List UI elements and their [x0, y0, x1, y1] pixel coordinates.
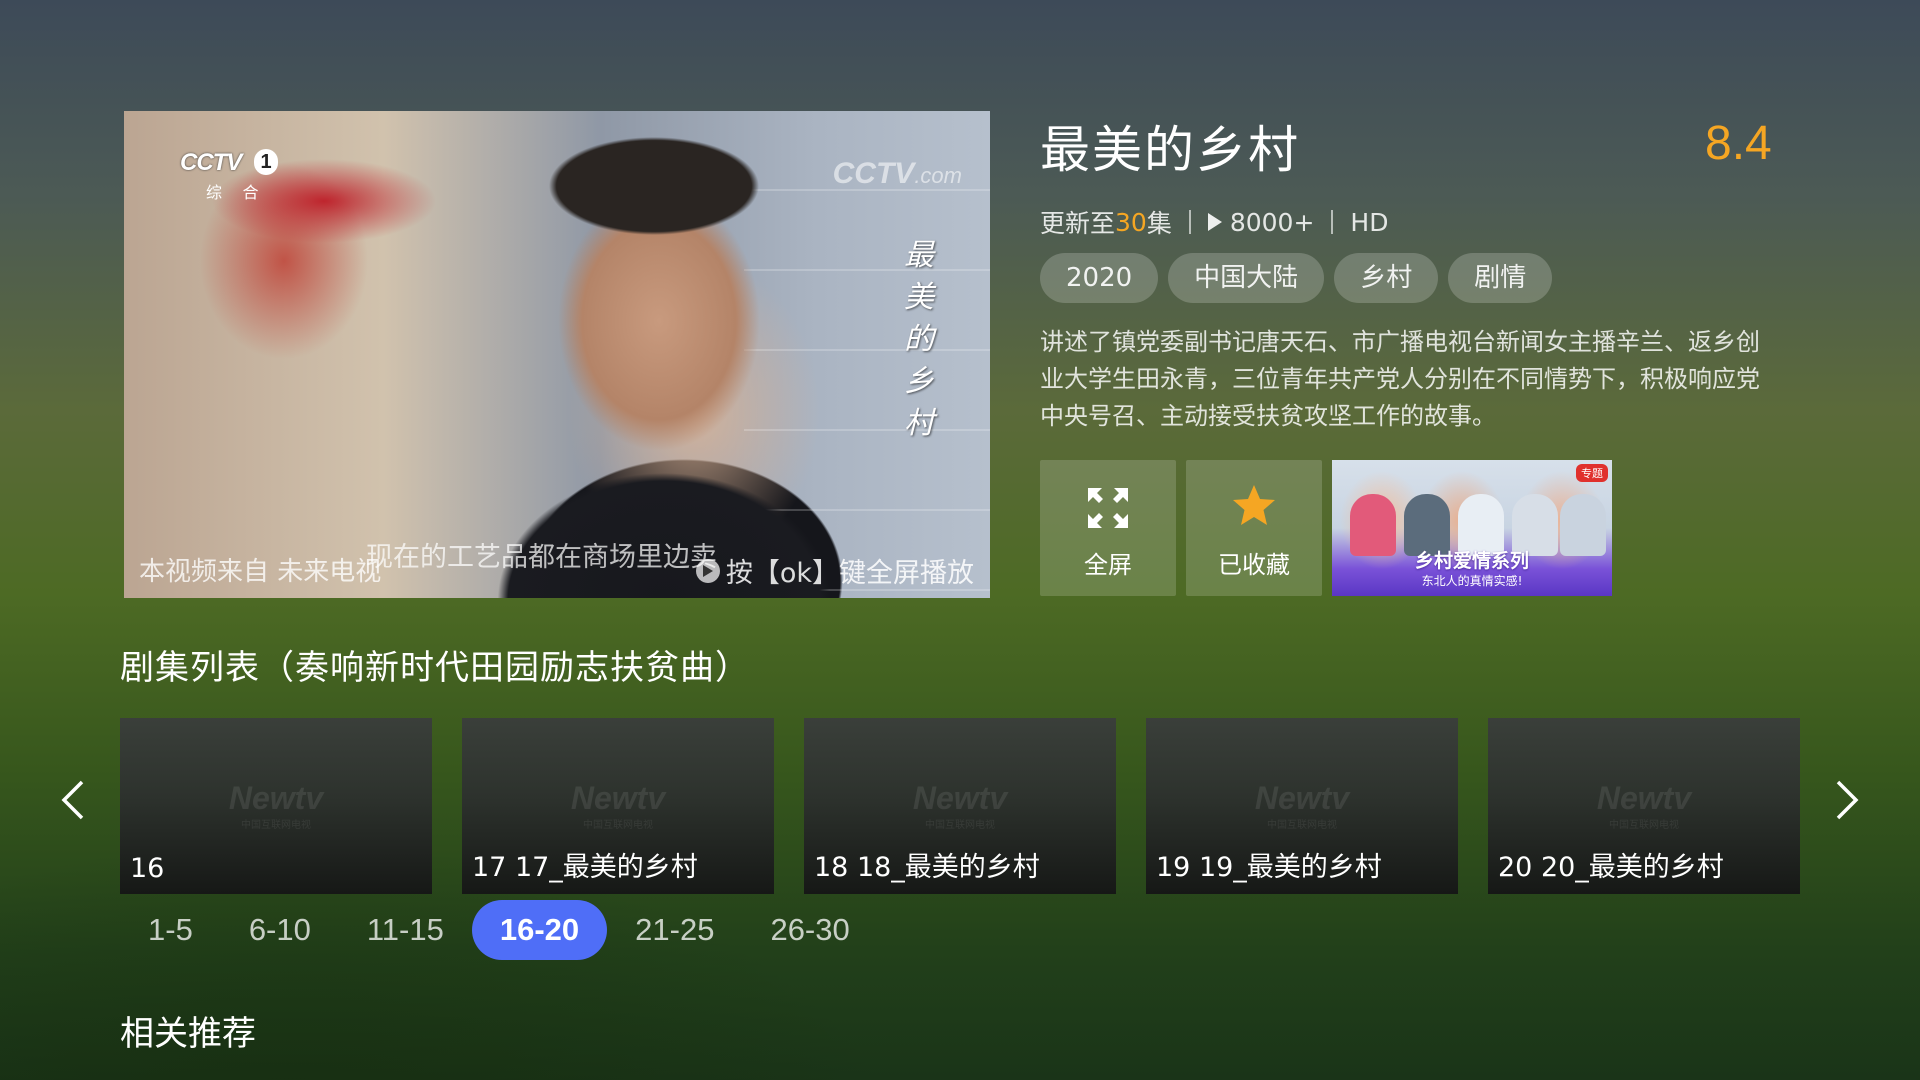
channel-sub: 综 合: [206, 185, 267, 202]
chevron-right-icon[interactable]: [1832, 780, 1862, 820]
fullscreen-hint: 按【ok】键全屏播放: [695, 551, 974, 590]
channel-number: 1: [254, 149, 278, 175]
newtv-watermark: Newtv: [228, 780, 324, 816]
episode-card[interactable]: Newtv 中国互联网电视 20 20_最美的乡村: [1488, 718, 1800, 894]
promo-subtitle: 东北人的真情实感!: [1421, 574, 1523, 588]
promo-title: 乡村爱情系列: [1414, 550, 1529, 572]
episode-card[interactable]: Newtv 中国互联网电视 19 19_最美的乡村: [1146, 718, 1458, 894]
episode-range-tabs: 1-5 6-10 11-15 16-20 21-25 26-30: [120, 900, 878, 960]
episode-label: 19 19_最美的乡村: [1156, 852, 1382, 883]
episode-card[interactable]: Newtv 中国互联网电视 16: [120, 718, 432, 894]
episode-label: 16: [130, 853, 165, 884]
range-tab-6-10[interactable]: 6-10: [221, 900, 339, 960]
tag-theme[interactable]: 乡村: [1334, 253, 1439, 303]
video-frame-person: [474, 131, 834, 598]
favorite-label: 已收藏: [1218, 551, 1290, 579]
episode-label: 18 18_最美的乡村: [814, 852, 1040, 883]
channel-logo: CCTV 1 综 合: [180, 149, 280, 202]
range-tab-26-30[interactable]: 26-30: [742, 900, 877, 960]
promo-badge: 专题: [1576, 464, 1608, 482]
newtv-watermark: Newtv: [1596, 780, 1692, 816]
channel-watermark: CCTV.com: [833, 157, 962, 191]
video-source: 本视频来自 未来电视: [139, 557, 382, 587]
episode-label: 17 17_最美的乡村: [472, 852, 698, 883]
meta-divider: [1188, 210, 1191, 234]
quality-badge: HD: [1350, 207, 1389, 237]
newtv-watermark: Newtv: [912, 780, 1008, 816]
update-count: 30: [1115, 207, 1147, 237]
play-count: 8000+: [1229, 207, 1315, 237]
range-tab-11-15[interactable]: 11-15: [339, 900, 472, 960]
newtv-watermark-sub: 中国互联网电视: [925, 820, 995, 831]
newtv-watermark-sub: 中国互联网电视: [1609, 820, 1679, 831]
promo-banner[interactable]: 专题 乡村爱情系列 东北人的真情实感!: [1332, 460, 1612, 596]
newtv-watermark-sub: 中国互联网电视: [241, 820, 311, 831]
episode-list-heading: 剧集列表（奏响新时代田园励志扶贫曲）: [120, 648, 750, 688]
episode-card[interactable]: Newtv 中国互联网电视 18 18_最美的乡村: [804, 718, 1116, 894]
tag-genre[interactable]: 剧情: [1448, 253, 1553, 303]
newtv-watermark: Newtv: [1254, 780, 1350, 816]
video-title-vertical: 最美的乡村: [904, 238, 934, 441]
fullscreen-icon: [1088, 488, 1128, 528]
fullscreen-label: 全屏: [1084, 551, 1132, 579]
play-circle-icon: [695, 558, 720, 583]
newtv-watermark-sub: 中国互联网电视: [1267, 820, 1337, 831]
show-meta: 更新至 30 集 8000+ HD: [1040, 204, 1388, 240]
newtv-watermark: Newtv: [570, 780, 666, 816]
tag-list: 2020 中国大陆 乡村 剧情: [1040, 253, 1553, 303]
tag-year[interactable]: 2020: [1040, 253, 1159, 303]
star-icon: [1233, 485, 1275, 525]
video-player[interactable]: CCTV 1 综 合 CCTV.com 最美的乡村 现在的工艺品都在商场里边卖 …: [124, 111, 990, 598]
rating-score: 8.4: [1705, 117, 1772, 170]
show-title: 最美的乡村: [1040, 121, 1300, 179]
chevron-left-icon[interactable]: [58, 780, 88, 820]
newtv-watermark-sub: 中国互联网电视: [583, 820, 653, 831]
range-tab-1-5[interactable]: 1-5: [120, 900, 221, 960]
channel-logo-text: CCTV: [180, 149, 242, 176]
fullscreen-button[interactable]: 全屏: [1040, 460, 1176, 596]
watermark-suffix: .com: [914, 163, 962, 188]
watermark-text: CCTV: [832, 157, 915, 190]
play-icon: [1207, 213, 1222, 231]
range-tab-21-25[interactable]: 21-25: [607, 900, 742, 960]
tag-region[interactable]: 中国大陆: [1168, 253, 1325, 303]
related-heading: 相关推荐: [120, 1014, 256, 1054]
fullscreen-hint-text: 按【ok】键全屏播放: [725, 558, 974, 589]
favorite-button[interactable]: 已收藏: [1186, 460, 1322, 596]
episode-label: 20 20_最美的乡村: [1498, 852, 1724, 883]
meta-divider: [1331, 210, 1334, 234]
update-prefix: 更新至: [1040, 209, 1116, 238]
episode-card[interactable]: Newtv 中国互联网电视 17 17_最美的乡村: [462, 718, 774, 894]
update-suffix: 集: [1146, 209, 1172, 238]
show-description: 讲述了镇党委副书记唐天石、市广播电视台新闻女主播辛兰、返乡创业大学生田永青，三位…: [1040, 328, 1760, 430]
video-subtitle: 现在的工艺品都在商场里边卖: [366, 542, 717, 573]
range-tab-16-20[interactable]: 16-20: [471, 900, 608, 960]
